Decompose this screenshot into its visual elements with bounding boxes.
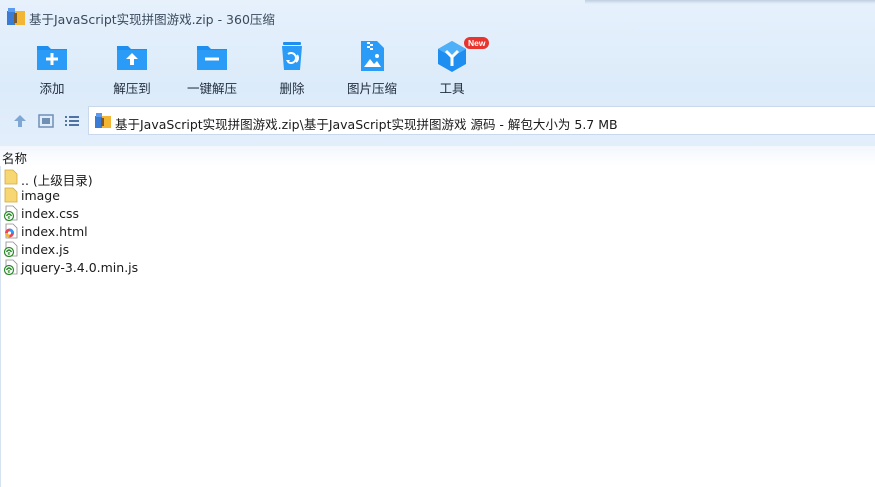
new-badge: New [464, 37, 490, 49]
file-name: index.css [21, 206, 80, 221]
address-path: 基于JavaScript实现拼图游戏.zip\基于JavaScript实现拼图游… [115, 117, 618, 132]
extract-folder-icon [117, 46, 147, 70]
one-click-extract-icon [197, 46, 227, 70]
trash-icon [282, 42, 302, 70]
tools-button[interactable]: New 工具 [412, 37, 492, 98]
toolbar: 添加 解压到 一键解压 删除 图片压缩 New 工具 [0, 34, 875, 100]
css-file-icon: e [3, 205, 18, 221]
file-name: index.html [21, 224, 88, 239]
tools-label: 工具 [439, 81, 465, 96]
archive-app-icon [7, 8, 25, 25]
top-area: 基于JavaScript实现拼图游戏.zip - 360压缩 添加 解压到 一键… [0, 0, 875, 146]
one-click-extract-button[interactable]: 一键解压 [172, 40, 252, 98]
one-click-extract-label: 一键解压 [186, 81, 237, 96]
up-arrow-icon[interactable] [11, 112, 29, 130]
folder-icon [4, 187, 18, 203]
html-file-icon [5, 223, 18, 239]
title-bar: 基于JavaScript实现拼图游戏.zip - 360压缩 [0, 0, 875, 34]
image-compress-button[interactable]: 图片压缩 [332, 40, 412, 98]
window-edge-shadow [585, 0, 875, 4]
file-row-index-css[interactable]: e index.css [0, 204, 875, 222]
app-window: 基于JavaScript实现拼图游戏.zip - 360压缩 添加 解压到 一键… [0, 0, 875, 487]
delete-label: 删除 [279, 81, 305, 96]
js-file-icon: e [3, 259, 18, 275]
column-name-header[interactable]: 名称 [2, 148, 27, 167]
add-folder-icon [37, 46, 67, 70]
file-row-parent[interactable]: .. (上级目录) [0, 168, 875, 188]
svg-text:e: e [8, 269, 11, 275]
extract-to-label: 解压到 [113, 81, 151, 96]
file-row-index-html[interactable]: index.html [0, 222, 875, 240]
add-button[interactable]: 添加 [12, 40, 92, 98]
svg-text:e: e [8, 251, 11, 257]
file-name: index.js [21, 242, 70, 257]
address-row: 基于JavaScript实现拼图游戏.zip\基于JavaScript实现拼图游… [0, 106, 875, 136]
add-label: 添加 [39, 81, 65, 96]
file-row-index-js[interactable]: e index.js [0, 240, 875, 258]
column-header: 名称 [0, 146, 875, 166]
file-list: .. (上级目录) image e index.css index.html e… [0, 168, 875, 276]
window-title: 基于JavaScript实现拼图游戏.zip - 360压缩 [29, 12, 275, 27]
extract-to-button[interactable]: 解压到 [92, 40, 172, 98]
file-row-jquery[interactable]: e jquery-3.4.0.min.js [0, 258, 875, 276]
image-compress-icon [361, 41, 384, 71]
js-file-icon: e [3, 241, 18, 257]
address-bar[interactable]: 基于JavaScript实现拼图游戏.zip\基于JavaScript实现拼图游… [88, 106, 875, 135]
archive-icon [95, 113, 111, 128]
svg-text:e: e [8, 215, 11, 221]
file-row-image[interactable]: image [0, 186, 875, 204]
list-view-icon[interactable] [63, 112, 81, 130]
file-name: image [21, 188, 60, 203]
delete-button[interactable]: 删除 [252, 40, 332, 98]
image-compress-label: 图片压缩 [346, 81, 397, 96]
file-name: jquery-3.4.0.min.js [21, 260, 139, 275]
folder-icon [4, 169, 18, 185]
thumbnail-view-icon[interactable] [37, 112, 55, 130]
